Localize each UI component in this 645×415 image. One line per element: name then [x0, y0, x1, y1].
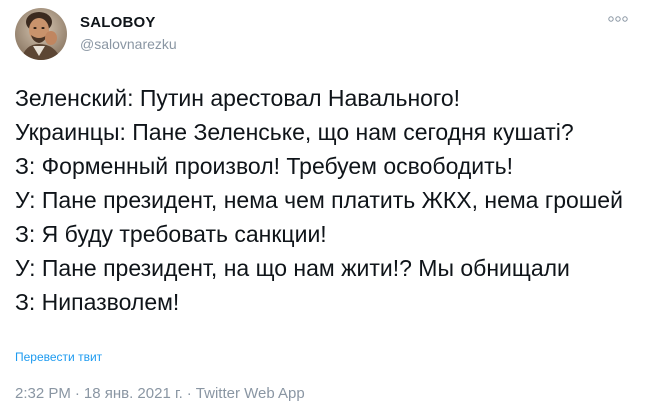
tweet-line: З: Форменный произвол! Требуем освободит…	[15, 153, 514, 179]
tweet-meta: 2:32 PM · 18 янв. 2021 г. · Twitter Web App	[15, 385, 305, 402]
tweet-line: З: Нипазволем!	[15, 289, 180, 315]
more-dots-icon	[608, 16, 628, 22]
meta-separator: ·	[186, 385, 192, 402]
tweet-source[interactable]: Twitter Web App	[196, 385, 305, 402]
tweet-line: З: Я буду требовать санкции!	[15, 221, 327, 247]
tweet-line: Зеленский: Путин арестовал Навального!	[15, 85, 460, 111]
profile-photo-icon	[15, 8, 67, 60]
avatar[interactable]	[15, 8, 67, 60]
tweet-card: SALOBOY @salovnarezku Зеленский: Путин а…	[0, 0, 645, 415]
user-handle[interactable]: @salovnarezku	[80, 36, 177, 52]
more-options-button[interactable]	[607, 12, 629, 26]
tweet-time[interactable]: 2:32 PM	[15, 385, 71, 402]
tweet-line: У: Пане президент, нема чем платить ЖКХ,…	[15, 187, 623, 213]
meta-separator: ·	[74, 385, 80, 402]
tweet-line: Украинцы: Пане Зеленське, що нам сегодня…	[15, 119, 574, 145]
tweet-line: У: Пане президент, на що нам жити!? Мы о…	[15, 255, 570, 281]
tweet-text: Зеленский: Путин арестовал Навального! У…	[15, 81, 627, 319]
translate-tweet-link[interactable]: Перевести твит	[15, 350, 102, 364]
tweet-date[interactable]: 18 янв. 2021 г.	[84, 385, 183, 402]
display-name[interactable]: SALOBOY	[80, 14, 156, 31]
